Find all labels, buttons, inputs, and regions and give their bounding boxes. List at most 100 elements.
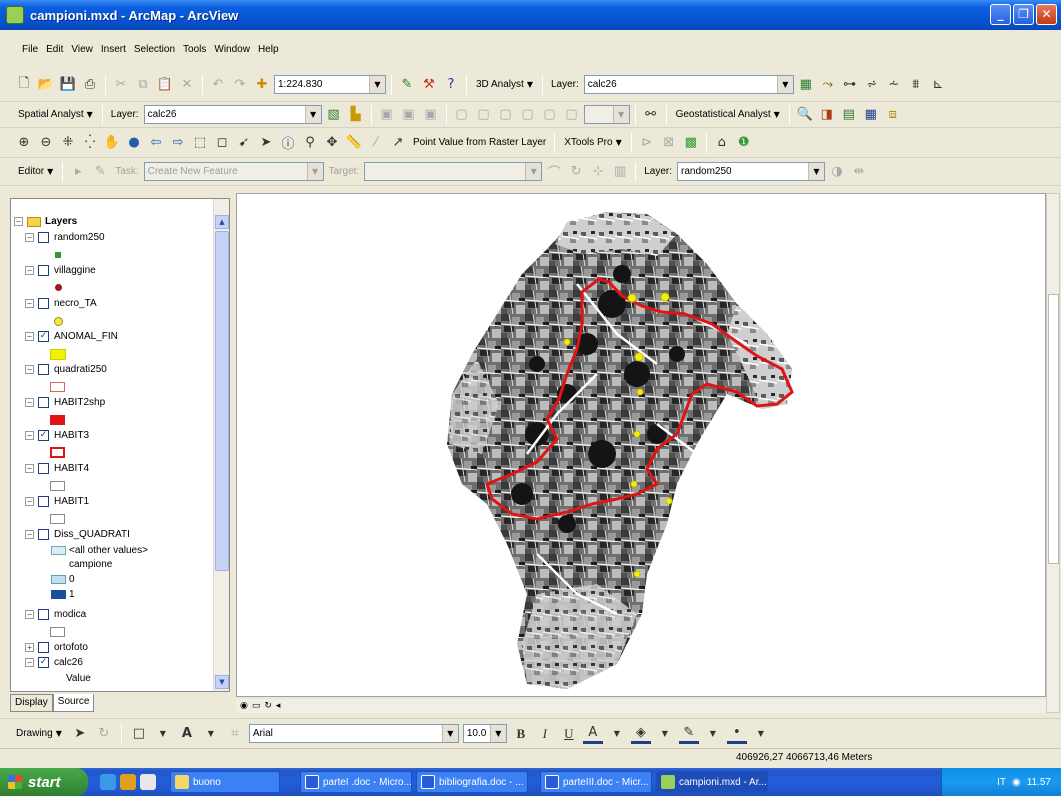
- fill-color-icon[interactable]: ◈: [630, 724, 651, 744]
- layer-visibility-checkbox[interactable]: [38, 529, 49, 540]
- georef-tool-icon[interactable]: ▣: [399, 105, 419, 125]
- clock[interactable]: 11.57: [1027, 777, 1051, 788]
- minimize-button[interactable]: _: [990, 4, 1011, 25]
- fixed-zoom-in-icon[interactable]: ⁜: [58, 133, 78, 153]
- toc-layer-anomal-fin[interactable]: − ✓ ANOMAL_FIN: [25, 331, 118, 342]
- point-value-icon[interactable]: ↗: [388, 133, 408, 153]
- layer-visibility-checkbox[interactable]: [38, 609, 49, 620]
- whats-this-icon[interactable]: ?: [441, 75, 461, 95]
- table-icon[interactable]: ▦: [861, 105, 881, 125]
- model-icon[interactable]: ◨: [817, 105, 837, 125]
- xtools-pro-menu[interactable]: XTools Pro ▼: [560, 137, 626, 148]
- toc-layer-quadrati250[interactable]: − quadrati250: [25, 364, 107, 375]
- map-scrollbar-vertical[interactable]: [1046, 193, 1060, 713]
- toc-layer-random250[interactable]: − random250: [25, 232, 105, 243]
- split-icon[interactable]: ⊹: [588, 162, 608, 182]
- clear-selection-icon[interactable]: ◻: [212, 133, 232, 153]
- toc-layer-necro-ta[interactable]: − necro_TA: [25, 298, 97, 309]
- layer-visibility-checkbox[interactable]: [38, 232, 49, 243]
- collapse-icon[interactable]: −: [25, 497, 34, 506]
- layer-visibility-checkbox[interactable]: [38, 642, 49, 653]
- toc-layer-villaggine[interactable]: − villaggine: [25, 265, 96, 276]
- chevron-down-icon[interactable]: ▼: [369, 76, 385, 93]
- collapse-icon[interactable]: −: [14, 217, 23, 226]
- toc-layer-habit4[interactable]: − HABIT4: [25, 463, 89, 474]
- toc-layer-habit1[interactable]: − HABIT1: [25, 496, 89, 507]
- 3d-analyst-menu[interactable]: 3D Analyst ▼: [472, 79, 537, 90]
- font-color-icon[interactable]: A: [582, 724, 603, 744]
- measure-icon[interactable]: 📏: [344, 133, 364, 153]
- point-value-tool-label[interactable]: Point Value from Raster Layer: [410, 137, 549, 148]
- rotate-icon[interactable]: ↻: [94, 724, 114, 744]
- undo-icon[interactable]: ↶: [208, 75, 228, 95]
- toolbox-icon[interactable]: ⧈: [883, 105, 903, 125]
- scroll-thumb[interactable]: [1048, 294, 1059, 564]
- collapse-icon[interactable]: −: [25, 332, 34, 341]
- ie-icon[interactable]: [100, 774, 116, 790]
- steepest-path-icon[interactable]: ⤳: [818, 75, 838, 95]
- toc-layer-habit2shp[interactable]: − HABIT2shp: [25, 397, 105, 408]
- 3d-layer-combo[interactable]: calc26 ▼: [583, 75, 794, 94]
- select-features-icon[interactable]: ⬚: [190, 133, 210, 153]
- chevron-down-icon[interactable]: ▼: [441, 725, 458, 742]
- info-green-icon[interactable]: ❶: [734, 133, 754, 153]
- task-bibliografia[interactable]: bibliografia.doc - ...: [416, 771, 528, 793]
- media-icon[interactable]: [120, 774, 136, 790]
- layer-visibility-checkbox[interactable]: ✓: [38, 657, 49, 668]
- full-extent-icon[interactable]: ●: [124, 133, 144, 153]
- menu-file[interactable]: File: [18, 44, 42, 55]
- swipe-icon[interactable]: ⇹: [849, 162, 869, 182]
- scroll-left-icon[interactable]: ◂: [276, 701, 281, 711]
- expand-icon[interactable]: +: [25, 643, 34, 652]
- toc-scrollbar[interactable]: ▲ ▼: [213, 199, 229, 691]
- xtools-tool-icon[interactable]: ⊳: [637, 133, 657, 153]
- map-scale-combo[interactable]: 1:224.830 ▼: [274, 75, 386, 94]
- editor-layer-combo[interactable]: random250 ▼: [677, 162, 825, 181]
- chevron-down-icon[interactable]: ▼: [655, 724, 675, 744]
- rectangle-icon[interactable]: □: [129, 724, 149, 744]
- zoom-in-icon[interactable]: ⊕: [14, 133, 34, 153]
- menu-window[interactable]: Window: [210, 44, 254, 55]
- menu-edit[interactable]: Edit: [42, 44, 67, 55]
- layer-visibility-checkbox[interactable]: [38, 364, 49, 375]
- chevron-down-icon[interactable]: ▼: [808, 163, 824, 180]
- collapse-icon[interactable]: −: [25, 233, 34, 242]
- binoculars-icon[interactable]: ⚯: [641, 105, 661, 125]
- print-icon[interactable]: ⎙: [80, 75, 100, 95]
- effects-icon[interactable]: ◑: [827, 162, 847, 182]
- data-view-icon[interactable]: ◉: [240, 701, 248, 711]
- arctoolbox-icon[interactable]: ⚒: [419, 75, 439, 95]
- add-data-icon[interactable]: ✚: [252, 75, 272, 95]
- select-elements-icon[interactable]: ➤: [70, 724, 90, 744]
- open-icon[interactable]: 📂: [36, 75, 56, 95]
- tab-source[interactable]: Source: [52, 694, 95, 712]
- georef-tool-icon[interactable]: ▣: [421, 105, 441, 125]
- grid-tool-icon[interactable]: ▢: [540, 105, 560, 125]
- bold-button[interactable]: B: [511, 724, 531, 744]
- start-button[interactable]: start: [0, 768, 88, 796]
- restore-button[interactable]: ❐: [1013, 4, 1034, 25]
- layer-visibility-checkbox[interactable]: [38, 496, 49, 507]
- contour-icon[interactable]: ▧: [324, 105, 344, 125]
- layer-visibility-checkbox[interactable]: [38, 298, 49, 309]
- collapse-icon[interactable]: −: [25, 610, 34, 619]
- xtools-tool-icon[interactable]: ⊠: [659, 133, 679, 153]
- rotate-icon[interactable]: ↻: [566, 162, 586, 182]
- menu-view[interactable]: View: [67, 44, 97, 55]
- task-partei[interactable]: parteI .doc - Micro...: [300, 771, 412, 793]
- map-display[interactable]: [236, 193, 1046, 697]
- spatial-analyst-menu[interactable]: Spatial Analyst ▼: [14, 109, 97, 120]
- grid-tool-icon[interactable]: ▢: [518, 105, 538, 125]
- new-document-icon[interactable]: 🗋: [14, 75, 34, 95]
- editor-menu[interactable]: Editor ▼: [14, 166, 57, 177]
- hyperlink-icon[interactable]: ⁄: [366, 133, 386, 153]
- editor-toolbar-icon[interactable]: ✎: [397, 75, 417, 95]
- toc-layer-calc26[interactable]: − ✓ calc26: [25, 657, 83, 668]
- geostatistical-analyst-menu[interactable]: Geostatistical Analyst ▼: [672, 109, 784, 120]
- layer-visibility-checkbox[interactable]: [38, 463, 49, 474]
- layer-visibility-checkbox[interactable]: [38, 397, 49, 408]
- chevron-down-icon[interactable]: ▼: [776, 76, 793, 93]
- collapse-icon[interactable]: −: [25, 464, 34, 473]
- edit-vertices-icon[interactable]: ⌒: [544, 162, 564, 182]
- interpolate-polygon-icon[interactable]: ⩩: [906, 75, 926, 95]
